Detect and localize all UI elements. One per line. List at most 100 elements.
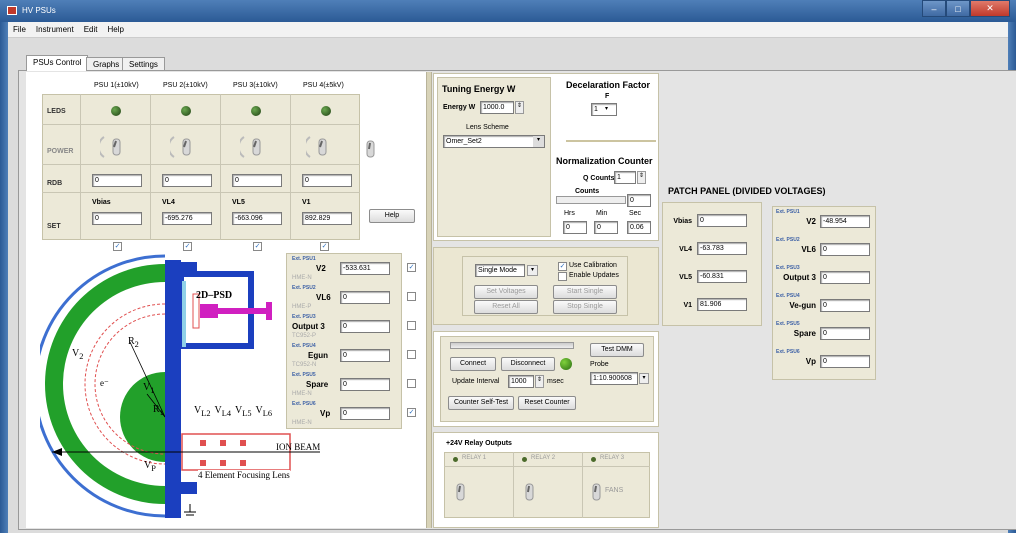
relay2-label: RELAY 2 <box>531 455 556 461</box>
ext-psu1-input[interactable]: -533.631 <box>340 262 390 275</box>
relay-grid-line <box>444 466 650 467</box>
lens-scheme-input[interactable]: Omer_Set2 <box>443 135 545 148</box>
set-vl4-input[interactable]: -695.276 <box>162 212 212 225</box>
minimize-button[interactable]: – <box>922 0 946 17</box>
relay-grid-line <box>582 452 583 518</box>
ext-psu6-input[interactable]: 0 <box>340 407 390 420</box>
reset-all-button[interactable]: Reset All <box>474 300 538 314</box>
relay-box <box>444 452 650 518</box>
update-interval-input[interactable]: 1000 <box>508 375 534 388</box>
probe-dropdown-icon[interactable]: ▾ <box>639 373 649 384</box>
grid-line <box>42 192 360 193</box>
r2-letter: R <box>128 336 135 347</box>
patch-ext6-label: Vp <box>805 357 816 366</box>
vl6-letter: V <box>255 405 263 416</box>
relay1-toggle[interactable] <box>454 482 468 502</box>
psu1-checkbox[interactable]: ✓ <box>113 242 122 251</box>
fans-toggle[interactable] <box>590 482 604 502</box>
master-power-toggle[interactable] <box>364 139 378 159</box>
test-dmm-button[interactable]: Test DMM <box>590 343 644 357</box>
patch-vl5-value: -60.831 <box>697 270 747 283</box>
set-vl4-label: VL4 <box>162 199 175 206</box>
grid-line <box>150 94 151 240</box>
q-counts-spinner[interactable]: ⇕ <box>637 171 646 184</box>
help-button[interactable]: Help <box>369 209 415 223</box>
sec-label: Sec <box>629 210 642 217</box>
decel-f-select[interactable]: 1 <box>591 103 617 116</box>
energy-spinner[interactable]: ⇕ <box>515 101 524 114</box>
relay1-label: RELAY 1 <box>462 455 487 461</box>
ext-psu3-input[interactable]: 0 <box>340 320 390 333</box>
title-bar: HV PSUs – □ ✕ <box>0 0 1016 22</box>
menu-edit[interactable]: Edit <box>84 25 98 34</box>
ext-psu2-input[interactable]: 0 <box>340 291 390 304</box>
connect-button[interactable]: Connect <box>450 357 496 371</box>
patch-ext1-label: V2 <box>806 217 816 226</box>
e-label: e⁻ <box>100 378 109 388</box>
use-calibration-checkbox[interactable]: ✓ <box>558 262 567 271</box>
patch-panel-title: PATCH PANEL (DIVIDED VOLTAGES) <box>668 186 826 196</box>
probe-select[interactable]: 1:10.900608 <box>590 372 638 385</box>
min-label: Min <box>596 210 608 217</box>
q-counts-label: Q Counts <box>583 175 615 182</box>
tab-psus-control[interactable]: PSUs Control <box>26 55 89 71</box>
reset-counter-button[interactable]: Reset Counter <box>518 396 576 410</box>
grid-line <box>80 94 81 240</box>
mode-select[interactable]: Single Mode <box>475 264 525 277</box>
counts-label: Counts <box>575 188 600 195</box>
ext-psu4-input[interactable]: 0 <box>340 349 390 362</box>
window-title: HV PSUs <box>22 6 56 15</box>
interval-spinner[interactable]: ⇕ <box>535 375 544 388</box>
tab-settings[interactable]: Settings <box>122 57 165 71</box>
stop-single-button[interactable]: Stop Single <box>553 300 617 314</box>
ext-psu5-sub: HME-N <box>292 391 312 397</box>
psu1-power-toggle[interactable] <box>100 133 134 159</box>
set-v1-input[interactable]: 892.829 <box>302 212 352 225</box>
patch-vl4-value: -63.783 <box>697 242 747 255</box>
psu3-power-toggle[interactable] <box>240 133 274 159</box>
energy-input[interactable]: 1000.0 <box>480 101 514 114</box>
psu4-power-toggle[interactable] <box>306 133 340 159</box>
decel-dropdown-icon[interactable]: ▾ <box>605 105 608 112</box>
counter-self-test-button[interactable]: Counter Self-Test <box>448 396 514 410</box>
disconnect-button[interactable]: Disconnect <box>501 357 555 371</box>
lens-scheme-dropdown-icon[interactable]: ▾ <box>533 136 544 147</box>
relay2-toggle[interactable] <box>523 482 537 502</box>
ext-psu4-sub: TC952-N <box>292 362 317 368</box>
ext-psu5-checkbox[interactable] <box>407 379 416 388</box>
ext-psu6-checkbox[interactable]: ✓ <box>407 408 416 417</box>
menu-instrument[interactable]: Instrument <box>36 25 74 34</box>
tab-graphs[interactable]: Graphs <box>86 57 127 71</box>
maximize-button[interactable]: □ <box>946 0 970 17</box>
set-voltages-button[interactable]: Set Voltages <box>474 285 538 299</box>
ext-psu4-checkbox[interactable] <box>407 350 416 359</box>
psu4-checkbox[interactable]: ✓ <box>320 242 329 251</box>
set-vbias-input[interactable]: 0 <box>92 212 142 225</box>
enable-updates-checkbox[interactable] <box>558 272 567 281</box>
set-vl5-input[interactable]: -663.096 <box>232 212 282 225</box>
menu-help[interactable]: Help <box>107 25 123 34</box>
grid-line <box>42 164 360 165</box>
norm-title: Normalization Counter <box>556 156 653 166</box>
ext-psu2-checkbox[interactable] <box>407 292 416 301</box>
lens-voltage-labels: VL2 VL4 VL5 VL6 <box>194 405 272 418</box>
vp-label: VP <box>144 460 156 473</box>
menu-file[interactable]: File <box>13 25 26 34</box>
set-vl5-label: VL5 <box>232 199 245 206</box>
relay1-led <box>453 457 458 462</box>
q-counts-input[interactable]: 1 <box>614 171 636 184</box>
psu2-checkbox[interactable]: ✓ <box>183 242 192 251</box>
vl4-sub: L4 <box>221 409 231 418</box>
mode-dropdown-icon[interactable]: ▾ <box>527 265 538 276</box>
start-single-button[interactable]: Start Single <box>553 285 617 299</box>
ion-beam-label: ION BEAM <box>276 442 321 452</box>
psu3-checkbox[interactable]: ✓ <box>253 242 262 251</box>
ext-psu5-input[interactable]: 0 <box>340 378 390 391</box>
ext-psu1-checkbox[interactable]: ✓ <box>407 263 416 272</box>
ext-psu2: Ext. PSU2 VL6 0 HME-P <box>292 285 396 311</box>
close-button[interactable]: ✕ <box>970 0 1010 17</box>
focusing-lens-label: 4 Element Focusing Lens <box>198 470 290 480</box>
patch-ext-psu4: Ext. PSU4 Ve-gun 0 <box>776 293 872 319</box>
psu2-power-toggle[interactable] <box>170 133 204 159</box>
ext-psu3-checkbox[interactable] <box>407 321 416 330</box>
